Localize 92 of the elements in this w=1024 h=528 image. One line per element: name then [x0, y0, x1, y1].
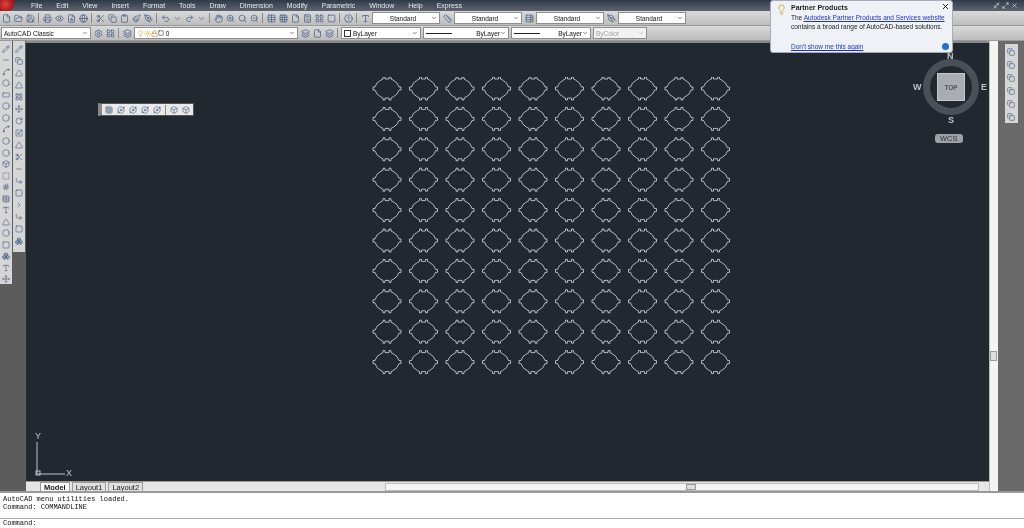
draw-order-icon[interactable] [1006, 86, 1016, 96]
caret-icon[interactable] [431, 15, 437, 21]
minimize-icon[interactable] [993, 2, 1000, 9]
sun-icon[interactable] [144, 29, 151, 37]
preview-icon[interactable] [54, 13, 64, 23]
spline-icon[interactable] [1, 124, 11, 135]
caret-icon[interactable] [412, 30, 418, 36]
caret-icon[interactable] [513, 15, 519, 21]
printer-icon[interactable] [42, 13, 52, 23]
window-icon[interactable] [326, 13, 336, 23]
calculator-icon[interactable] [302, 13, 312, 23]
zoom-out-icon[interactable] [249, 13, 259, 23]
layers-icon[interactable] [122, 28, 132, 38]
sheet-icon[interactable] [290, 13, 300, 23]
leader-style-icon[interactable] [606, 13, 616, 23]
trim-icon[interactable] [14, 152, 24, 162]
scale-icon[interactable] [14, 128, 24, 138]
square-icon[interactable] [1, 240, 11, 250]
compass-label: E [981, 82, 987, 92]
lightbulb-icon[interactable] [137, 29, 144, 37]
brush-icon[interactable] [131, 13, 141, 23]
circle-icon[interactable] [1, 228, 11, 239]
circle-icon[interactable] [1, 113, 11, 123]
wedge-icon[interactable] [1, 216, 11, 227]
folder-icon[interactable] [13, 13, 23, 23]
save-icon[interactable] [25, 13, 35, 23]
move-icon[interactable] [1, 274, 11, 285]
orbit-icon[interactable] [140, 104, 150, 115]
axis-label: Y [35, 431, 41, 441]
text-style-icon[interactable] [360, 13, 370, 23]
pen-icon[interactable] [143, 13, 153, 23]
search-icon[interactable] [237, 13, 247, 23]
rectangle-icon[interactable] [1, 90, 11, 100]
settings-icon[interactable] [93, 28, 103, 38]
new-file-icon[interactable] [1, 13, 11, 23]
undo-icon[interactable] [160, 13, 170, 23]
compass-label: W [913, 82, 922, 92]
horizontal-scrollbar[interactable] [385, 482, 979, 491]
cube-icon[interactable] [181, 104, 191, 115]
grid-icon[interactable] [278, 13, 288, 23]
hatch-icon[interactable] [1, 182, 11, 192]
help-icon[interactable] [343, 13, 353, 23]
polyline-icon[interactable] [1, 67, 11, 77]
axis-label: X [66, 468, 72, 478]
close-icon[interactable] [941, 2, 950, 11]
layer-previous-icon[interactable] [324, 28, 334, 38]
copy-icon[interactable] [107, 13, 117, 23]
caret-icon[interactable] [677, 15, 683, 21]
expand-icon[interactable] [942, 43, 949, 50]
blocks-icon[interactable] [1, 251, 11, 262]
text-icon[interactable] [1, 205, 11, 215]
redo-icon[interactable] [184, 13, 194, 23]
draw-order-icon[interactable] [1006, 112, 1016, 122]
ucs-axes-icon [35, 441, 66, 476]
layer-icon[interactable] [300, 28, 310, 38]
rotate-icon[interactable] [14, 116, 24, 126]
orbit-icon[interactable] [152, 104, 162, 115]
copy-icon[interactable] [14, 56, 24, 66]
zoom-in-icon[interactable] [225, 13, 235, 23]
caret-icon[interactable] [595, 15, 601, 21]
orbit-icon[interactable] [116, 104, 126, 115]
lock-icon[interactable] [151, 29, 158, 37]
cube-icon[interactable] [169, 104, 179, 115]
explode-icon[interactable] [14, 236, 24, 246]
draw-order-icon[interactable] [1006, 99, 1016, 109]
compass-label: S [948, 115, 954, 125]
globe-icon[interactable] [78, 13, 88, 23]
caret-icon[interactable] [289, 30, 295, 36]
text-icon[interactable] [1, 263, 11, 273]
restore-icon[interactable] [1002, 2, 1009, 9]
draw-order-icon[interactable] [1006, 60, 1016, 70]
file-search-icon[interactable] [66, 13, 76, 23]
table-style-icon[interactable] [524, 13, 534, 23]
workspace-icon[interactable] [105, 28, 115, 38]
caret-icon[interactable] [82, 30, 88, 36]
draw-order-icon[interactable] [1006, 73, 1016, 83]
orbit-icon[interactable] [128, 104, 138, 115]
caret-icon[interactable] [582, 30, 588, 36]
cut-icon[interactable] [95, 13, 105, 23]
draw-order-icon[interactable] [1006, 47, 1016, 57]
dimension-style-icon[interactable] [442, 13, 452, 23]
caret-icon[interactable] [500, 30, 506, 36]
hand-icon[interactable] [213, 13, 223, 23]
vertical-scrollbar[interactable] [989, 41, 998, 491]
region-icon[interactable] [1, 170, 11, 181]
compass-label: N [947, 51, 954, 61]
polygon-icon[interactable] [1, 78, 11, 89]
block-icon[interactable] [1, 159, 11, 169]
move-icon[interactable] [14, 104, 24, 114]
app-logo[interactable] [0, 0, 14, 11]
paste-icon[interactable] [119, 13, 129, 23]
lightbulb-icon [776, 4, 787, 15]
